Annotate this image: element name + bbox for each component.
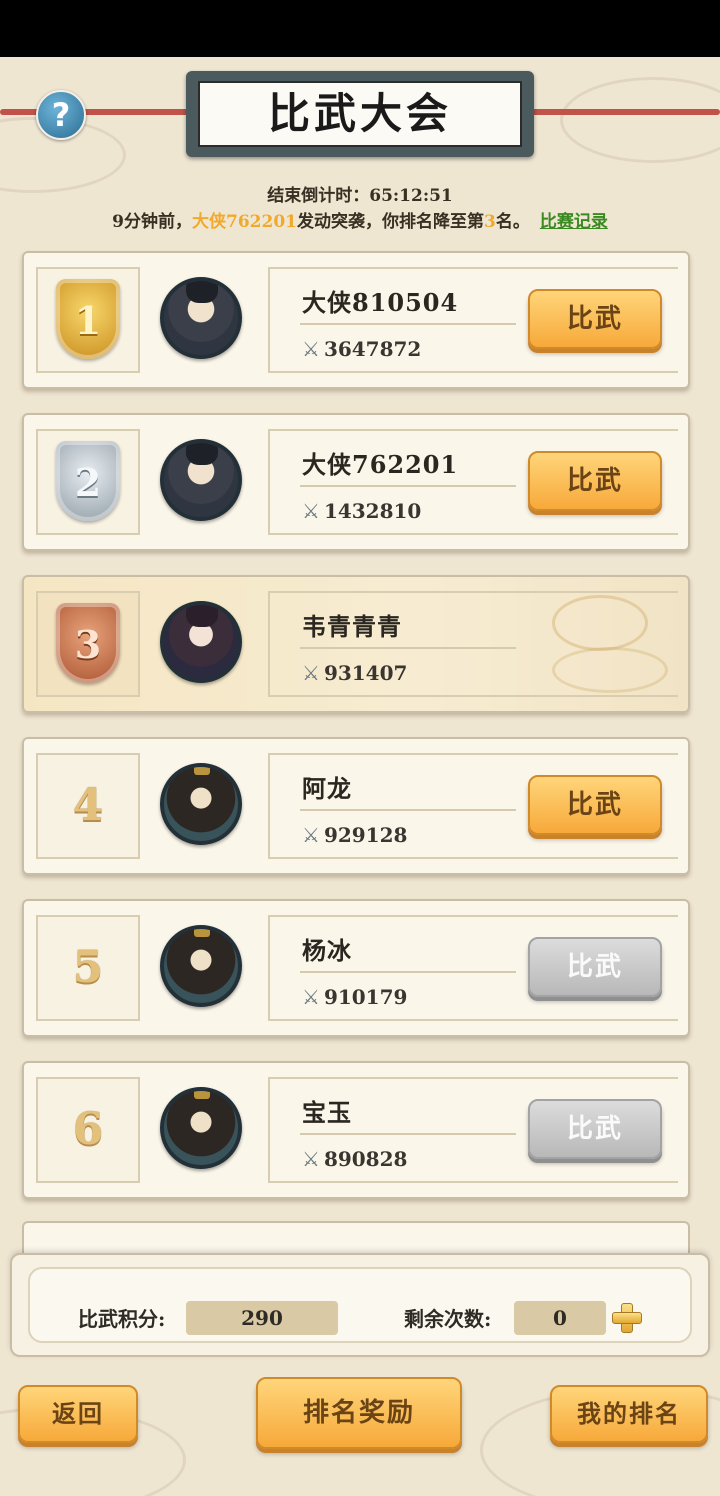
avatar [160, 277, 242, 359]
countdown-value: 65:12:51 [369, 186, 453, 206]
game-screen: ? 比武大会 结束倒计时：65:12:51 9分钟前，大侠762201发动突袭，… [0, 57, 720, 1496]
rank-box: 2 [36, 429, 140, 535]
sword-icon: ⚔ [302, 985, 320, 1009]
score-label: 比武积分: [78, 1307, 166, 1331]
rank-box: 4 [36, 753, 140, 859]
medal-silver-icon: 2 [56, 441, 120, 521]
notice-prefix: 9分钟前， [112, 212, 192, 232]
challenge-button-disabled[interactable]: 比武 [528, 937, 662, 997]
avatar [160, 439, 242, 521]
rank-box: 3 [36, 591, 140, 697]
challenge-button-disabled[interactable]: 比武 [528, 1099, 662, 1159]
attack-notice: 9分钟前，大侠762201发动突袭，你排名降至第3名。 比赛记录 [0, 207, 720, 232]
rank-card-1: 1 大侠810504 ⚔ 3647872 比武 [22, 251, 690, 389]
avatar [160, 1087, 242, 1169]
remaining-label: 剩余次数: [404, 1307, 492, 1331]
rank-box: 5 [36, 915, 140, 1021]
challenge-button[interactable]: 比武 [528, 775, 662, 835]
divider [300, 485, 516, 487]
remaining-value: 0 [514, 1301, 606, 1335]
torn-edge [678, 911, 690, 1021]
power-value: ⚔ 931407 [302, 661, 408, 685]
sword-icon: ⚔ [302, 1147, 320, 1171]
rank-card-6: 6 宝玉 ⚔ 890828 比武 [22, 1061, 690, 1199]
notice-mid: 发动突袭，你排名降至第 [296, 212, 484, 232]
plus-icon[interactable] [612, 1303, 642, 1333]
background-swirl [560, 77, 720, 163]
rank-box: 6 [36, 1077, 140, 1183]
torn-edge [678, 1073, 690, 1183]
rank-box: 1 [36, 267, 140, 373]
rank-number: 5 [72, 942, 104, 993]
player-name: 大侠762201 [302, 450, 459, 479]
countdown-label: 结束倒计时： [267, 186, 370, 206]
page-title: 比武大会 [198, 81, 522, 147]
avatar [160, 763, 242, 845]
red-rope-left [0, 109, 190, 115]
divider [300, 647, 516, 649]
divider [300, 809, 516, 811]
rank-rewards-button[interactable]: 排名奖励 [256, 1377, 462, 1449]
sword-icon: ⚔ [302, 337, 320, 361]
torn-edge [678, 749, 690, 859]
torn-edge [678, 587, 690, 697]
challenge-button[interactable]: 比武 [528, 451, 662, 511]
score-value: 290 [186, 1301, 338, 1335]
power-value: ⚔ 910179 [302, 985, 408, 1009]
power-value: ⚔ 3647872 [302, 337, 422, 361]
countdown: 结束倒计时：65:12:51 [0, 181, 720, 206]
player-name: 阿龙 [302, 774, 352, 803]
divider [300, 323, 516, 325]
notice-rank: 3 [483, 212, 496, 232]
avatar [160, 925, 242, 1007]
avatar [160, 601, 242, 683]
notice-suffix: 名。 [495, 212, 530, 232]
power-value: ⚔ 929128 [302, 823, 408, 847]
help-icon[interactable]: ? [36, 90, 86, 140]
rank-number: 6 [72, 1104, 104, 1155]
medal-bronze-icon: 3 [56, 603, 120, 683]
stats-panel: 比武积分: 290 剩余次数: 0 [10, 1253, 710, 1357]
player-name: 韦青青青 [302, 612, 402, 641]
sword-icon: ⚔ [302, 823, 320, 847]
notice-attacker: 大侠762201 [192, 212, 297, 232]
sword-icon: ⚔ [302, 661, 320, 685]
red-rope-right [530, 109, 720, 115]
power-value: ⚔ 1432810 [302, 499, 422, 523]
torn-edge [678, 263, 690, 373]
power-value: ⚔ 890828 [302, 1147, 408, 1171]
rank-card-2: 2 大侠762201 ⚔ 1432810 比武 [22, 413, 690, 551]
rank-card-5: 5 杨冰 ⚔ 910179 比武 [22, 899, 690, 1037]
stats-inner: 比武积分: 290 剩余次数: 0 [28, 1267, 692, 1343]
my-rank-button[interactable]: 我的排名 [550, 1385, 708, 1443]
back-button[interactable]: 返回 [18, 1385, 138, 1443]
medal-gold-icon: 1 [56, 279, 120, 359]
title-plate: 比武大会 [186, 71, 534, 157]
player-name: 宝玉 [302, 1098, 352, 1127]
divider [300, 1133, 516, 1135]
player-name: 大侠810504 [302, 288, 459, 317]
match-record-link[interactable]: 比赛记录 [540, 212, 608, 232]
torn-edge [678, 425, 690, 535]
rank-number: 4 [72, 780, 104, 831]
challenge-button[interactable]: 比武 [528, 289, 662, 349]
rank-card-3-self: 3 韦青青青 ⚔ 931407 [22, 575, 690, 713]
player-name: 杨冰 [302, 936, 352, 965]
rank-card-4: 4 阿龙 ⚔ 929128 比武 [22, 737, 690, 875]
divider [300, 971, 516, 973]
sword-icon: ⚔ [302, 499, 320, 523]
